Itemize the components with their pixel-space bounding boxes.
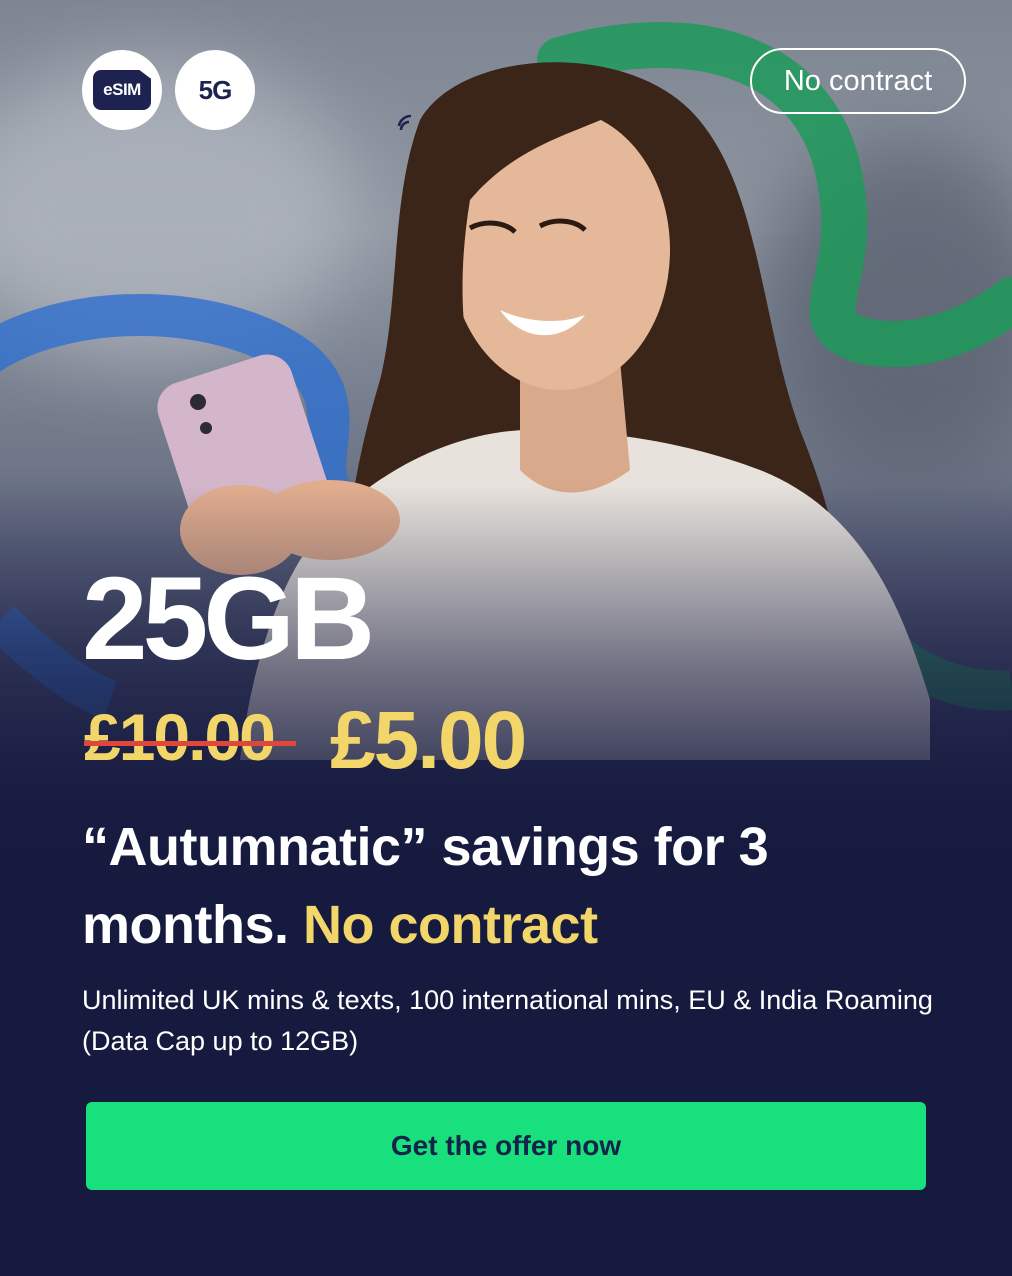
esim-badge: eSIM — [82, 50, 162, 130]
tagline-highlight: No contract — [303, 895, 598, 955]
no-contract-pill-label: No contract — [783, 64, 933, 97]
offer-description: Unlimited UK mins & texts, 100 internati… — [82, 985, 933, 1056]
data-amount: 25GB — [82, 553, 375, 685]
esim-label: eSIM — [103, 80, 141, 99]
price-strikethrough — [84, 741, 296, 746]
esim-chip-icon: eSIM — [93, 70, 151, 110]
get-offer-button-label: Get the offer now — [390, 1130, 622, 1161]
no-contract-pill: No contract — [750, 48, 966, 114]
5g-label: 5G — [198, 74, 233, 105]
5g-badge: 5G — [175, 50, 412, 131]
old-price: £10.00 — [84, 700, 276, 774]
offer-tagline: “Autumnatic” savings for 3 months. No co… — [82, 808, 942, 964]
get-offer-button[interactable]: Get the offer now — [86, 1102, 926, 1190]
new-price: £5.00 — [330, 695, 527, 786]
signal-icon — [397, 114, 412, 131]
promo-card: eSIM 5G No contract 25GB £10.00 £5.00 “A… — [0, 0, 1012, 1276]
